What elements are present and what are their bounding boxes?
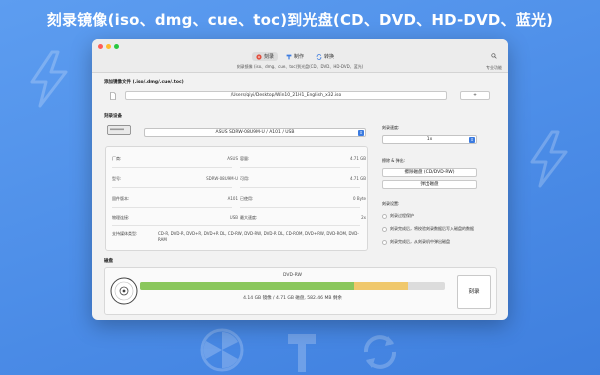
tab-burn-label: 刻录	[264, 54, 275, 60]
pro-features-button[interactable]: 专业功能	[486, 53, 502, 71]
toolbar-tabs: 刻录 制作 转换	[252, 52, 338, 61]
app-window: 刻录 制作 转换 刻录镜像 (iso、dmg、cue、toc)到光盘(CD、DV…	[92, 39, 508, 320]
divider	[240, 187, 360, 188]
convert-icon	[316, 53, 322, 60]
convert-bg-icon	[364, 335, 396, 369]
divider	[240, 207, 360, 208]
disk-usage-image-fill	[140, 282, 355, 290]
tab-burn[interactable]: 刻录	[252, 52, 279, 61]
info-vendor-value: ASUS	[227, 156, 238, 161]
lightning-bg-icon-right	[530, 130, 568, 188]
info-capacity: 容量: 4.71 GB	[240, 156, 366, 162]
speed-select-value: 1x	[426, 137, 433, 142]
disc-icon	[256, 53, 262, 60]
hammer-icon	[286, 54, 292, 59]
info-firmware: 固件版本: A101	[112, 196, 238, 202]
divider	[112, 187, 232, 188]
info-available-key: 可用:	[240, 176, 250, 181]
headline: 刻录镜像(iso、dmg、cue、toc)到光盘(CD、DVD、HD-DVD、蓝…	[46, 11, 554, 29]
erase-section-title: 擦除 & 弹出:	[382, 158, 406, 163]
info-model: 型号: SDRW-08U9M-U	[112, 176, 238, 182]
titlebar: 刻录 制作 转换 刻录镜像 (iso、dmg、cue、toc)到光盘(CD、DV…	[92, 39, 508, 73]
info-max-speed-value: 2x	[361, 215, 366, 220]
info-model-key: 型号:	[112, 176, 122, 181]
info-firmware-key: 固件版本:	[112, 196, 130, 201]
divider	[112, 167, 232, 168]
option-eject[interactable]: 刻录完成后，从刻录机中弹出磁盘	[382, 239, 450, 245]
chevron-updown-icon: ⇕	[469, 137, 475, 143]
tab-convert-label: 转换	[324, 54, 335, 60]
eject-disc-button[interactable]: 弹出磁盘	[382, 180, 477, 189]
info-model-value: SDRW-08U9M-U	[206, 176, 238, 181]
search-icon	[491, 53, 497, 59]
drive-icon	[107, 125, 131, 135]
info-capacity-key: 容量:	[240, 156, 250, 161]
info-available-value: 4.71 GB	[349, 176, 366, 181]
option-protect-label: 刻录过程保护	[390, 213, 414, 218]
tab-make-label: 制作	[294, 54, 305, 60]
disk-usage-bar	[140, 282, 445, 290]
hammer-bg-icon	[288, 334, 316, 372]
option-eject-label: 刻录完成后，从刻录机中弹出磁盘	[390, 239, 450, 244]
drive-select-value: ASUS SDRW-08U9M-U / A101 / USB	[215, 130, 295, 135]
tab-make[interactable]: 制作	[282, 52, 308, 61]
info-capacity-value: 4.71 GB	[349, 156, 366, 161]
info-supported-value: CD-R, DVD-R, DVD+R, DVD+R DL, CD-RW, DVD…	[158, 231, 359, 242]
erase-disc-button[interactable]: 擦除磁盘 (CD/DVD-RW)	[382, 168, 477, 177]
radiation-bg-icon	[200, 328, 244, 372]
disk-summary: 4.14 GB 镜像 / 4.71 GB 磁盘, 582.46 MB 剩余	[243, 296, 342, 301]
info-supported-key: 支持媒体类型:	[112, 231, 138, 236]
divider	[112, 225, 360, 226]
disk-panel: DVD-RW 4.14 GB 镜像 / 4.71 GB 磁盘, 582.46 M…	[104, 267, 497, 315]
info-used: 已使用: 0 Byte	[240, 196, 366, 202]
option-protect-radio[interactable]	[382, 213, 387, 219]
info-available: 可用: 4.71 GB	[240, 176, 366, 182]
speed-section-title: 刻录速度:	[382, 125, 400, 130]
image-path-field[interactable]: /Users/qiyi/Desktop/Win10_21H1_English_x…	[125, 91, 447, 100]
device-section-title: 刻录设备	[104, 114, 122, 119]
window-controls	[98, 44, 119, 49]
disk-section-title: 磁盘	[104, 259, 113, 264]
add-image-button[interactable]: +	[460, 91, 490, 100]
options-section-title: 刻录设置:	[382, 201, 400, 206]
tab-convert[interactable]: 转换	[312, 52, 338, 61]
close-button[interactable]	[98, 44, 103, 49]
divider	[240, 167, 360, 168]
option-verify-label: 刻录完成后，将校验刻录数据后写入磁盘的数据	[390, 226, 474, 231]
disk-media-type: DVD-RW	[283, 273, 302, 278]
option-protect[interactable]: 刻录过程保护	[382, 213, 414, 219]
info-vendor-key: 厂商:	[112, 156, 122, 161]
info-max-speed-key: 最大速度:	[240, 215, 258, 220]
option-verify-radio[interactable]	[382, 226, 387, 232]
disc-icon	[110, 277, 138, 305]
info-used-value: 0 Byte	[353, 196, 366, 201]
info-connection: 物理连接: USB	[112, 215, 238, 221]
pro-features-label: 专业功能	[486, 65, 502, 70]
info-connection-value: USB	[229, 215, 238, 220]
divider	[112, 207, 232, 208]
device-info-panel: 厂商: ASUS 容量: 4.71 GB 型号: SDRW-08U9M-U 可用…	[105, 146, 368, 251]
option-verify[interactable]: 刻录完成后，将校验刻录数据后写入磁盘的数据	[382, 226, 474, 232]
info-connection-key: 物理连接:	[112, 215, 130, 220]
disk-usage-free-fill	[354, 282, 409, 290]
option-eject-radio[interactable]	[382, 239, 387, 245]
speed-select[interactable]: 1x ⇕	[382, 135, 477, 144]
chevron-updown-icon: ⇕	[358, 130, 364, 136]
file-icon	[110, 92, 116, 100]
burn-button[interactable]: 刻录	[457, 275, 491, 309]
minimize-button[interactable]	[106, 44, 111, 49]
info-firmware-value: A101	[227, 196, 238, 201]
info-vendor: 厂商: ASUS	[112, 156, 238, 162]
drive-select[interactable]: ASUS SDRW-08U9M-U / A101 / USB ⇕	[144, 128, 366, 137]
info-used-key: 已使用:	[240, 196, 254, 201]
window-subtitle: 刻录镜像 (iso、dmg、cue、toc)到光盘(CD、DVD、HD-DVD、…	[236, 64, 364, 69]
lightning-bg-icon	[30, 50, 68, 108]
zoom-button[interactable]	[114, 44, 119, 49]
image-section-title: 添加镜像文件 (.iso/.dmg/.cue/.toc)	[104, 80, 184, 85]
info-max-speed: 最大速度: 2x	[240, 215, 366, 221]
